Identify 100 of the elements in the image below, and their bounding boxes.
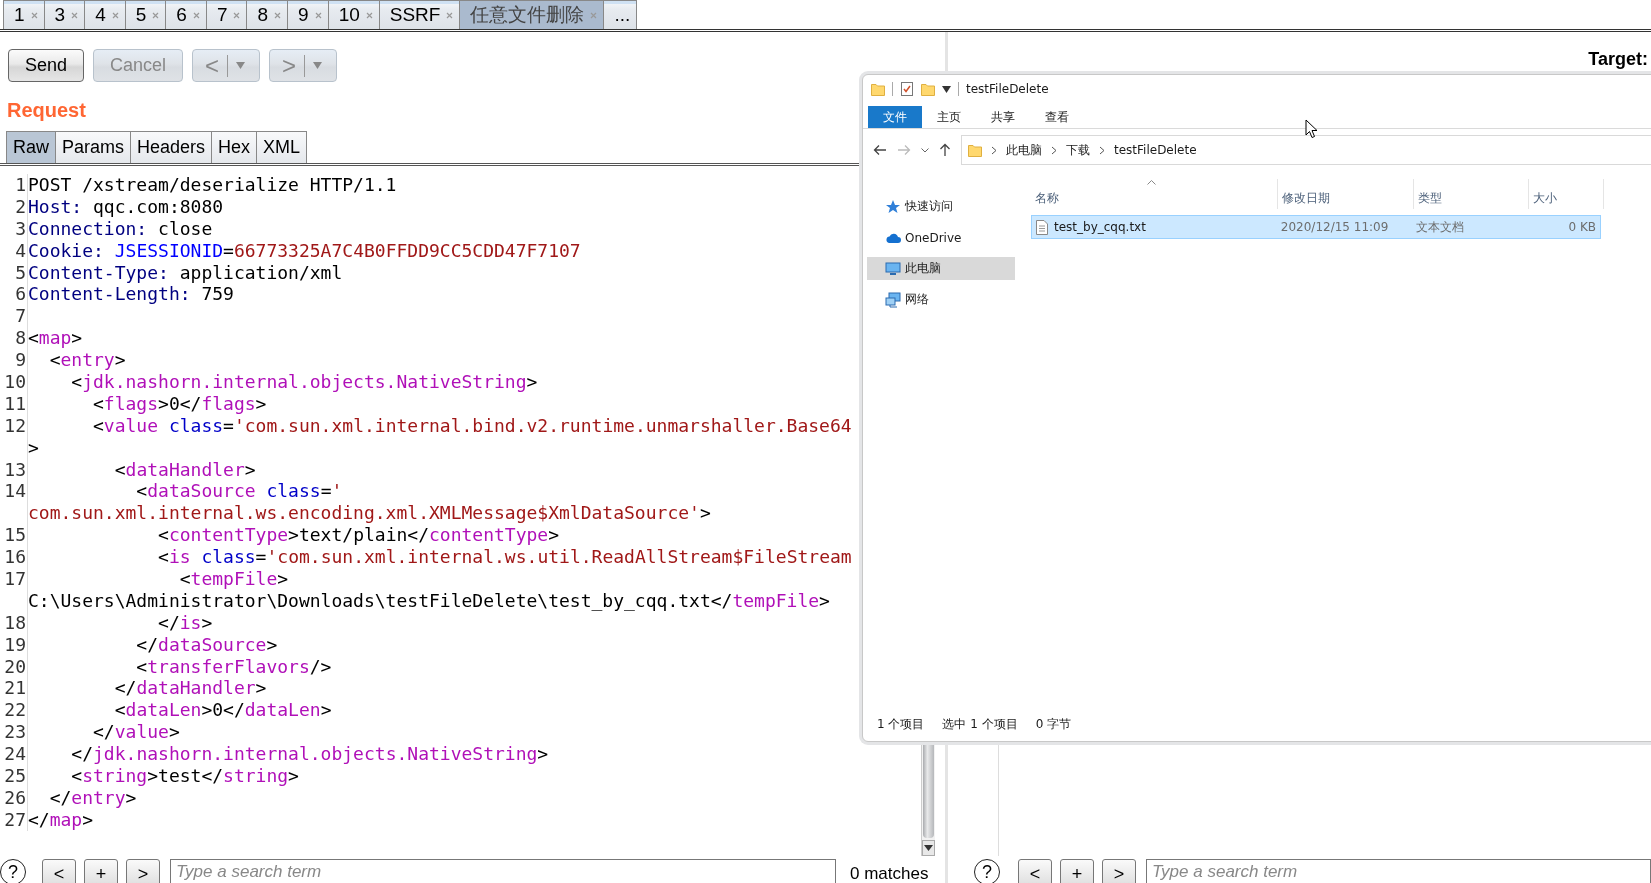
file-date: 2020/12/15 11:09 — [1279, 219, 1390, 236]
code-line: <tempFile> — [178, 568, 289, 590]
code-line: C:\Users\Administrator\Downloads\testFileDelete\test_by_cqq.txt</tempFile> — [28, 589, 830, 612]
send-button[interactable]: Send — [8, 49, 85, 82]
mouse-cursor-icon — [1305, 119, 1319, 139]
scroll-down-icon — [924, 845, 933, 851]
code-line: </is> — [157, 611, 213, 634]
line-number: 14 — [0, 480, 28, 503]
folder-icon — [871, 82, 885, 96]
code-line: </value> — [92, 721, 180, 744]
tab[interactable]: 5 — [124, 0, 167, 29]
address-bar[interactable]: 此电脑 下载 testFileDelete — [961, 135, 1651, 165]
column-header[interactable]: 名称 — [1031, 179, 1278, 209]
column-header[interactable]: 大小 — [1529, 179, 1604, 209]
search-nav-button[interactable]: > — [126, 859, 160, 883]
window-title: testFileDelete — [966, 82, 1049, 96]
code-line: <entry> — [48, 349, 126, 371]
search-nav-button[interactable]: < — [42, 859, 76, 883]
search-nav-button[interactable]: > — [1102, 859, 1136, 883]
breadcrumb-item[interactable]: testFileDelete — [1114, 143, 1197, 157]
target-label: Target: — [1588, 50, 1648, 71]
back-arrow-icon — [873, 144, 887, 156]
search-nav-button[interactable]: + — [84, 859, 118, 883]
editor-tab[interactable]: Hex — [211, 131, 258, 163]
line-number: 3 — [0, 217, 28, 240]
network-icon — [885, 291, 901, 308]
tab[interactable]: 3 — [43, 0, 86, 29]
tab[interactable]: 10 — [327, 0, 380, 29]
line-number: 25 — [0, 765, 28, 787]
forward-arrow-icon — [897, 144, 911, 156]
ribbon-tab[interactable]: 文件 — [868, 106, 922, 128]
line-number: 1 — [0, 174, 28, 196]
editor-tab[interactable]: Params — [55, 131, 132, 163]
properties-icon — [900, 82, 914, 96]
code-line: <map> — [28, 327, 83, 350]
search-field[interactable]: Type a search term — [1146, 859, 1651, 883]
code-line: Content-Type: application/xml — [28, 261, 343, 284]
tab[interactable]: 1 — [3, 0, 45, 29]
breadcrumb-item[interactable]: 此电脑 — [1006, 141, 1042, 159]
line-number: 12 — [0, 414, 28, 437]
nav-item[interactable]: 快速访问 — [867, 195, 1015, 218]
close-icon — [71, 11, 79, 19]
tab[interactable]: 4 — [84, 0, 126, 29]
tab[interactable]: 9 — [287, 0, 329, 29]
request-title: Request — [7, 99, 86, 123]
breadcrumb-item[interactable]: 下载 — [1066, 141, 1090, 159]
close-icon — [314, 11, 322, 19]
close-icon — [152, 11, 160, 19]
caret-icon — [942, 85, 951, 93]
file-type: 文本文档 — [1414, 218, 1465, 236]
nav-item[interactable]: 网络 — [867, 288, 1015, 311]
code-line: Content-Length: 759 — [28, 283, 234, 306]
column-header[interactable]: 修改日期 — [1278, 179, 1414, 209]
status-text: 0 字节 — [1035, 715, 1072, 733]
editor-tab[interactable]: Headers — [130, 131, 213, 163]
search-nav-button[interactable]: < — [1018, 859, 1052, 883]
column-header[interactable]: 类型 — [1414, 179, 1529, 209]
ribbon-tab[interactable]: 查看 — [1030, 106, 1084, 128]
tab[interactable]: 8 — [246, 0, 289, 29]
up-arrow-icon — [939, 143, 951, 157]
line-number: 9 — [0, 349, 28, 371]
tab[interactable]: SSRF — [378, 0, 461, 29]
status-text: 1 个项目 — [877, 715, 925, 733]
line-number: 26 — [0, 786, 28, 809]
search-nav-button[interactable]: + — [1060, 859, 1094, 883]
file-row[interactable]: test_by_cqq.txt 2020/12/15 11:09 文本文档 0 KB — [1031, 215, 1601, 239]
chevron-icon — [1099, 145, 1105, 155]
line-number: 19 — [0, 633, 28, 656]
nav-item[interactable]: OneDrive — [867, 226, 1015, 249]
code-line: </entry> — [48, 786, 137, 809]
chevron-icon — [1051, 145, 1057, 155]
code-line: <flags>0</flags> — [92, 392, 267, 415]
folder-icon — [968, 143, 982, 157]
line-number: 13 — [0, 458, 28, 481]
close-icon — [30, 11, 38, 19]
tab[interactable]: 任意文件删除 — [459, 0, 605, 29]
chevron-icon — [991, 145, 997, 155]
code-line: <string>test</string> — [70, 765, 299, 787]
caret-icon — [236, 62, 246, 69]
code-line: Host: qqc.com:8080 — [28, 195, 224, 218]
status-text: 选中 1 个项目 — [942, 715, 1018, 733]
ribbon-tab[interactable]: 共享 — [976, 106, 1030, 128]
search-field[interactable]: Type a search term — [170, 859, 836, 883]
text-file-icon — [1036, 219, 1048, 235]
nav-item[interactable]: 此电脑 — [867, 257, 1015, 280]
line-number: 16 — [0, 546, 28, 569]
line-number: 18 — [0, 611, 28, 634]
line-number: 24 — [0, 743, 28, 766]
editor-tab[interactable]: Raw — [6, 131, 56, 163]
line-number: 23 — [0, 721, 28, 744]
editor-tab[interactable]: XML — [256, 131, 308, 163]
more-tabs-tab[interactable]: ... — [603, 0, 638, 29]
caret-icon — [921, 147, 929, 153]
file-name: test_by_cqq.txt — [1054, 220, 1146, 234]
tab[interactable]: 7 — [205, 0, 248, 29]
folder-icon — [921, 82, 935, 96]
tab[interactable]: 6 — [165, 0, 207, 29]
ribbon-tab[interactable]: 主页 — [922, 106, 976, 128]
code-line: POST /xstream/deserialize HTTP/1.1 — [28, 174, 397, 196]
monitor-icon — [885, 260, 901, 277]
